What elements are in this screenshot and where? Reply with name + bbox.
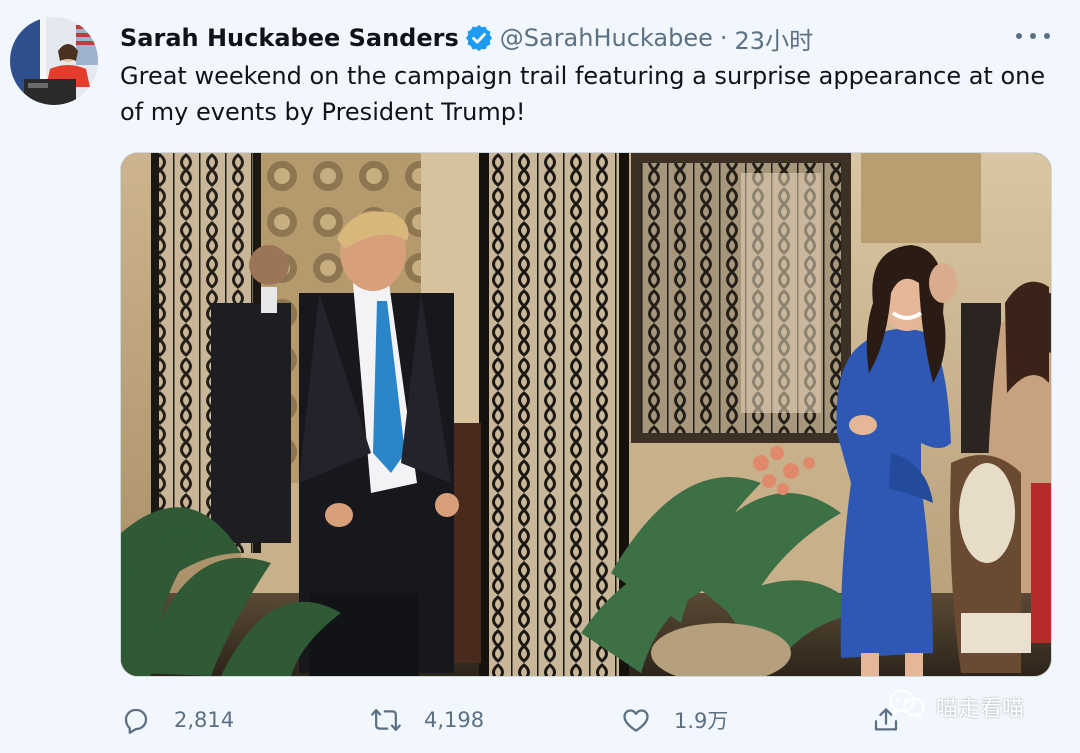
verified-badge-icon bbox=[464, 23, 494, 53]
profile-avatar[interactable] bbox=[10, 17, 98, 105]
retweet-icon bbox=[370, 704, 402, 736]
header-separator: · bbox=[719, 24, 728, 52]
watermark-text: 喵走看喵 bbox=[936, 697, 1025, 722]
more-options-icon[interactable] bbox=[1016, 24, 1050, 48]
heart-icon bbox=[620, 704, 652, 736]
reply-icon bbox=[120, 704, 152, 736]
tweet-header: Sarah Huckabee Sanders @SarahHuckabee · … bbox=[120, 18, 813, 58]
tweet-photo[interactable] bbox=[120, 152, 1052, 677]
reply-button[interactable]: 2,814 bbox=[120, 700, 234, 740]
user-handle[interactable]: @SarahHuckabee bbox=[500, 24, 713, 52]
like-count: 1.9万 bbox=[674, 709, 729, 733]
wechat-logo-icon bbox=[888, 689, 926, 725]
tweet-card[interactable]: Sarah Huckabee Sanders @SarahHuckabee · … bbox=[0, 0, 1080, 753]
tweet-text: Great weekend on the campaign trail feat… bbox=[120, 62, 1046, 126]
retweet-count: 4,198 bbox=[424, 708, 485, 732]
watermark: 喵走看喵 bbox=[888, 690, 1024, 724]
like-button[interactable]: 1.9万 bbox=[620, 700, 728, 740]
tweet-timestamp[interactable]: 23小时 bbox=[735, 21, 814, 56]
retweet-button[interactable]: 4,198 bbox=[370, 700, 484, 740]
display-name[interactable]: Sarah Huckabee Sanders bbox=[120, 24, 459, 52]
reply-count: 2,814 bbox=[174, 708, 235, 732]
